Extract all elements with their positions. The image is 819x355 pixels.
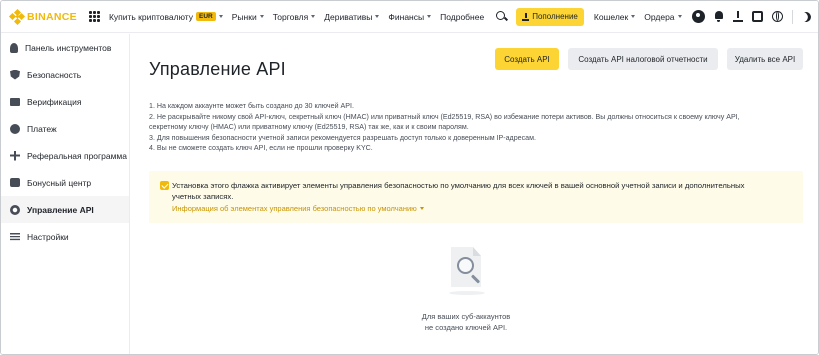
sidebar-item-settings[interactable]: Настройки [1,223,129,250]
person-icon [10,42,18,53]
app-window: BINANCE Купить криптовалюту EUR Рынки То… [0,0,819,355]
globe-icon[interactable] [771,11,783,22]
page-title: Управление API [149,59,286,79]
sidebar-item-bonus-center[interactable]: Бонусный центр [1,169,129,196]
sidebar: Панель инструментов Безопасность Верифик… [1,34,130,354]
api-icon [10,204,20,215]
empty-state-line: Для ваших суб-аккаунтов [421,312,511,321]
note-line: 4. Вы не сможете создать ключ API, если … [149,144,373,153]
chevron-down-icon [677,15,682,18]
sidebar-item-api-management[interactable]: Управление API [1,196,129,223]
sidebar-item-label: Панель инструментов [25,42,112,53]
sidebar-item-label: Управление API [27,204,94,215]
divider [791,9,793,24]
create-tax-api-button[interactable]: Создать API налоговой отчетности [568,48,718,70]
main-content: Управление API Создать API Создать API н… [131,34,818,354]
shield-icon [10,69,20,80]
empty-state-illustration [443,247,489,297]
nav-orders[interactable]: Ордера [644,11,682,22]
top-nav: BINANCE Купить криптовалюту EUR Рынки То… [1,1,818,33]
add-person-icon [10,150,20,161]
delete-all-api-button[interactable]: Удалить все API [727,48,803,70]
chevron-down-icon [311,15,316,18]
deposit-button[interactable]: Пополнение [516,7,584,26]
logo-text: BINANCE [27,10,77,23]
chevron-down-icon [259,15,264,18]
sidebar-item-label: Верификация [27,96,82,107]
sidebar-item-payment[interactable]: Платеж [1,115,129,142]
sidebar-item-label: Реферальная программа [27,150,127,161]
security-info-link-label: Информация об элементах управления безоп… [172,204,417,213]
id-card-icon [10,97,20,106]
sidebar-item-label: Платеж [27,123,57,134]
nav-markets[interactable]: Рынки [232,12,264,22]
search-icon[interactable] [496,11,507,22]
qr-scan-icon[interactable] [751,11,763,22]
gift-icon [10,178,20,187]
nav-wallet-label: Кошелек [593,11,629,22]
default-security-notice: Установка этого флажка активирует элемен… [149,171,803,223]
note-line: 1. На каждом аккаунте может быть создано… [149,102,354,110]
notice-text: Установка этого флажка активирует элемен… [172,181,745,201]
nav-finance[interactable]: Финансы [388,11,432,22]
note-line: секретному ключу (HMAC) или приватному к… [149,123,469,132]
currency-badge: EUR [196,12,216,21]
nav-more[interactable]: Подробнее [440,12,484,22]
empty-state-text: Для ваших суб-аккаунтов не создано ключе… [399,311,533,333]
deposit-label: Пополнение [532,12,578,21]
nav-derivatives-label: Деривативы [324,11,373,22]
sidebar-item-verification[interactable]: Верификация [1,88,129,115]
chevron-down-icon [427,15,432,18]
nav-more-label: Подробнее [440,11,485,22]
nav-wallet[interactable]: Кошелек [593,11,636,22]
sidebar-item-label: Безопасность [27,69,82,80]
settings-icon [10,233,20,241]
create-api-button[interactable]: Создать API [495,48,559,70]
chevron-down-icon [218,15,223,18]
download-app-icon[interactable] [732,11,743,22]
nav-derivatives[interactable]: Деривативы [324,11,380,22]
theme-moon-icon[interactable] [799,10,812,23]
magnifier-icon [457,257,474,274]
sidebar-item-label: Настройки [27,231,69,242]
nav-trade-label: Торговля [272,11,309,22]
nav-buy-crypto-label: Купить криптовалюту [108,11,194,22]
nav-buy-crypto[interactable]: Купить криптовалюту EUR [109,12,223,22]
profile-icon[interactable] [691,10,705,23]
note-line: 2. Не раскрывайте никому свой API-ключ, … [149,112,740,121]
nav-orders-label: Ордера [644,11,675,22]
note-line: 3. Для повышения безопасности учетной за… [149,133,536,142]
empty-state-line: не создано ключей API. [424,323,508,332]
notification-bell-icon[interactable] [714,11,724,22]
sidebar-item-referral[interactable]: Реферальная программа [1,142,129,169]
download-icon [522,12,530,21]
default-security-checkbox[interactable] [160,181,169,190]
nav-markets-label: Рынки [231,11,257,22]
nav-trade[interactable]: Торговля [273,12,316,22]
apps-grid-icon[interactable] [88,11,100,22]
chevron-down-icon [631,15,636,18]
binance-logo[interactable]: BINANCE [8,8,77,25]
security-info-link[interactable]: Информация об элементах управления безоп… [172,204,424,213]
binance-logo-icon [8,8,26,25]
chevron-down-icon [375,15,380,18]
sidebar-item-dashboard[interactable]: Панель инструментов [1,34,129,61]
sidebar-item-label: Бонусный центр [27,177,92,188]
sidebar-item-security[interactable]: Безопасность [1,61,129,88]
coin-icon [10,123,20,134]
nav-finance-label: Финансы [388,11,425,22]
api-notes: 1. На каждом аккаунте может быть создано… [149,101,814,154]
chevron-down-icon [419,207,424,210]
